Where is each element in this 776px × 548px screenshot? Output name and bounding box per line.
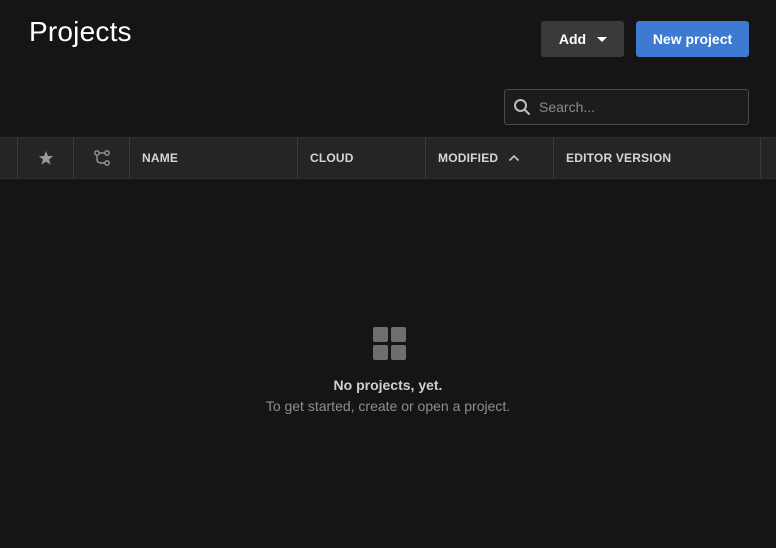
version-control-icon [93, 150, 110, 166]
search-icon [514, 99, 530, 115]
grid-icon [372, 327, 406, 360]
column-editor-version-label: EDITOR VERSION [566, 151, 672, 165]
column-version-control[interactable] [74, 138, 130, 178]
caret-down-icon [597, 37, 607, 42]
column-name-label: NAME [142, 151, 179, 165]
new-project-button[interactable]: New project [636, 21, 749, 57]
sort-ascending-icon [509, 154, 520, 162]
column-editor-version[interactable]: EDITOR VERSION [554, 138, 761, 178]
star-icon [38, 151, 53, 165]
column-spacer [0, 138, 18, 178]
column-cloud-label: CLOUD [310, 151, 354, 165]
empty-state-subtitle: To get started, create or open a project… [265, 398, 511, 414]
column-modified-label: MODIFIED [438, 151, 499, 165]
search-box[interactable] [504, 89, 749, 125]
empty-state: No projects, yet. To get started, create… [0, 327, 776, 414]
search-input[interactable] [539, 99, 729, 115]
column-name[interactable]: NAME [130, 138, 298, 178]
table-header: NAME CLOUD MODIFIED EDITOR VERSION [0, 137, 776, 179]
add-button[interactable]: Add [541, 21, 624, 57]
column-cloud[interactable]: CLOUD [298, 138, 426, 178]
page-title: Projects [29, 16, 132, 47]
projects-page: Projects Add New project Search... NAME … [0, 0, 776, 548]
add-button-label: Add [558, 31, 587, 47]
column-modified[interactable]: MODIFIED [426, 138, 554, 178]
empty-state-title: No projects, yet. [333, 377, 443, 393]
new-project-button-label: New project [652, 31, 733, 47]
column-favorite[interactable] [18, 138, 74, 178]
